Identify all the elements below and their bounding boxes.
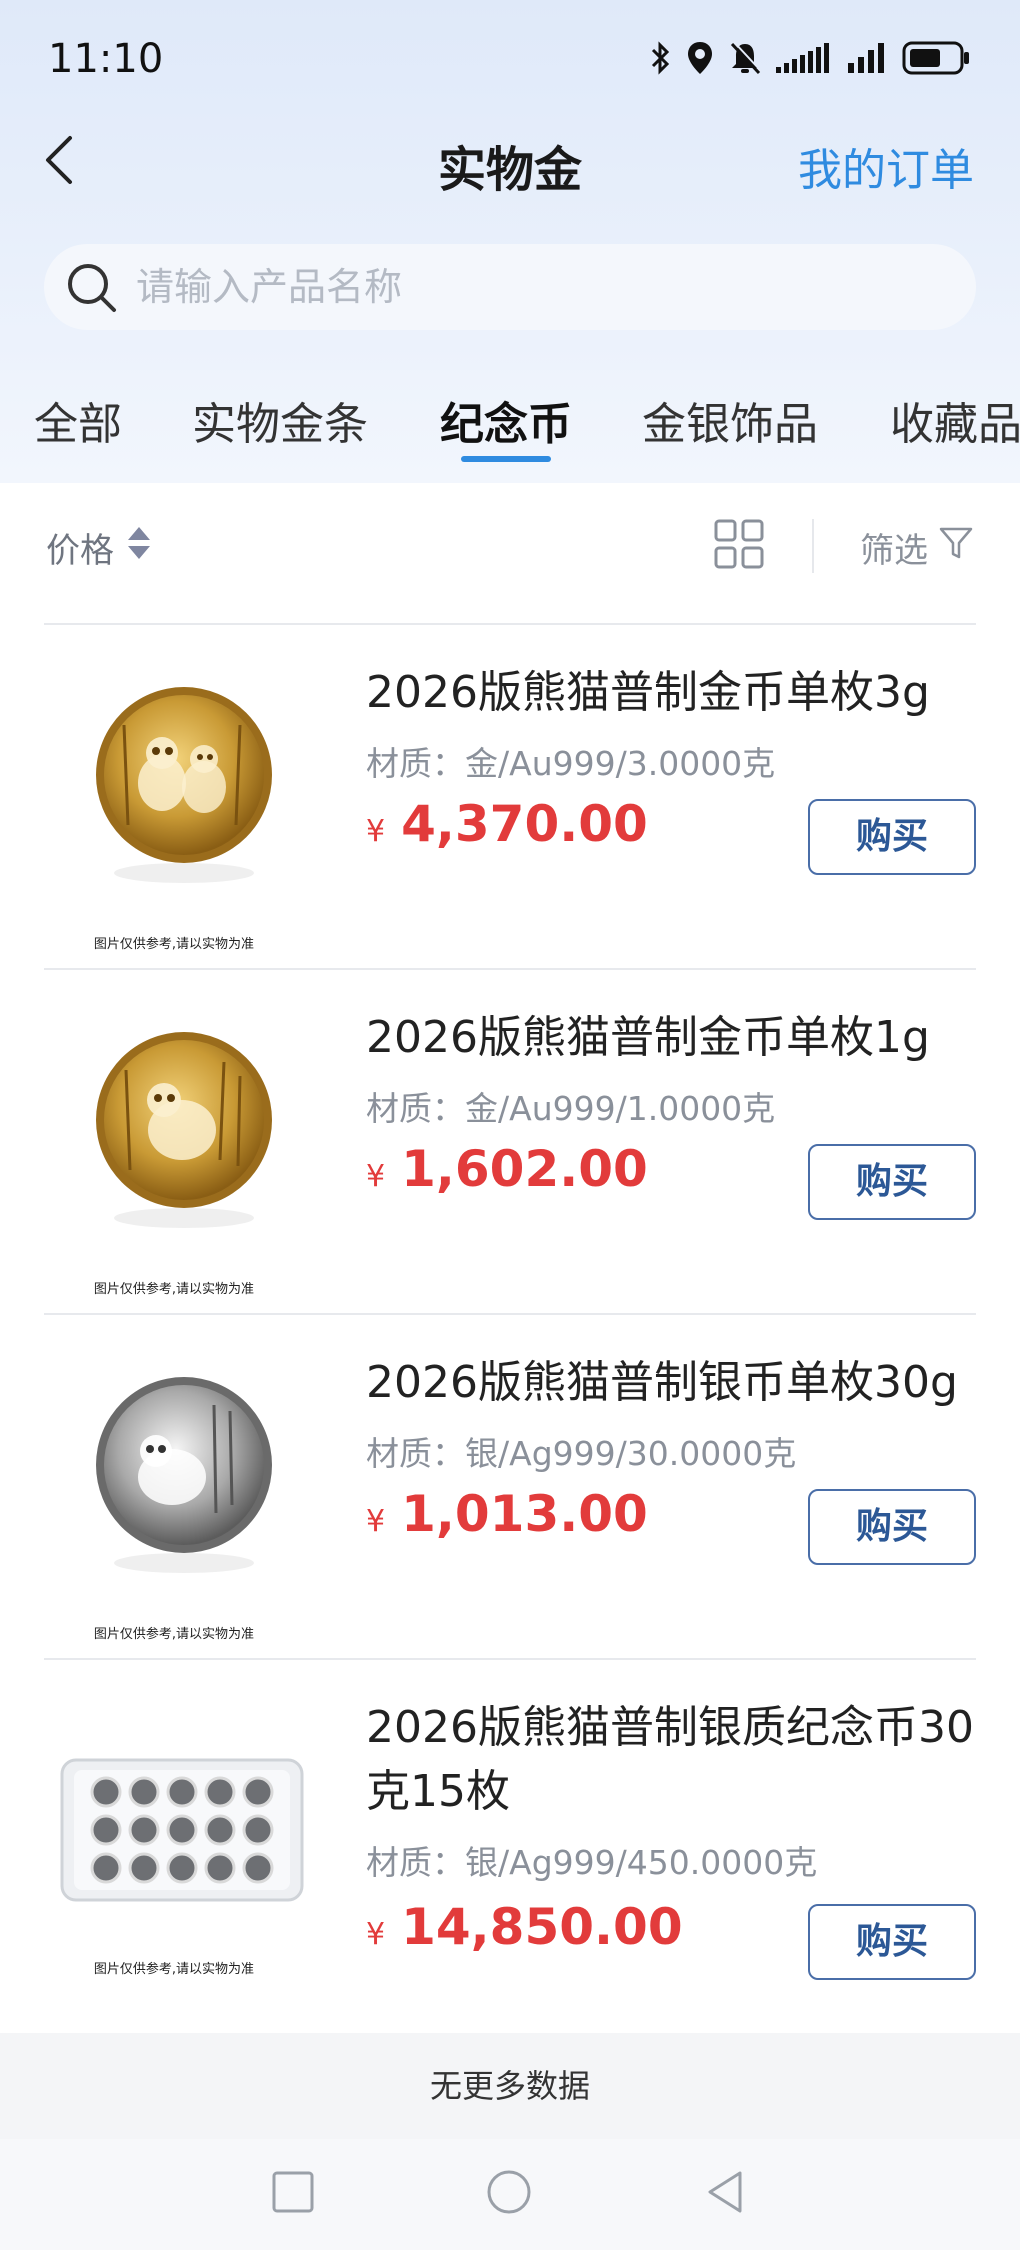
image-disclaimer: 图片仅供参考,请以实物为准 [74,933,274,952]
product-price: ¥4,370.00 [366,795,648,853]
price-amount: 4,370.00 [401,795,648,853]
location-icon [686,40,714,76]
no-more-data-label: 无更多数据 [0,2033,1020,2139]
tab-all[interactable]: 全部 [34,388,122,452]
filter-label: 筛选 [860,523,928,572]
currency-symbol: ¥ [366,1504,385,1539]
tab-gold-bars[interactable]: 实物金条 [192,388,368,452]
active-tab-indicator [461,456,551,462]
grid-view-icon[interactable] [714,519,764,573]
mute-bell-icon [728,40,762,76]
search-bar[interactable] [44,244,976,330]
product-price: ¥1,602.00 [366,1140,648,1198]
buy-button[interactable]: 购买 [808,1489,976,1565]
currency-symbol: ¥ [366,814,385,849]
price-amount: 14,850.00 [401,1898,683,1956]
search-input[interactable] [136,244,936,330]
signal-icon-1 [776,43,834,73]
status-time: 11:10 [48,36,163,82]
back-nav-button[interactable] [702,2167,748,2221]
sort-by-price-button[interactable]: 价格 [46,523,152,572]
buy-button[interactable]: 购买 [808,799,976,875]
image-disclaimer: 图片仅供参考,请以实物为准 [74,1278,274,1297]
recent-apps-button[interactable] [270,2167,316,2221]
square-icon [270,2167,316,2217]
circle-icon [484,2167,534,2217]
buy-button[interactable]: 购买 [808,1144,976,1220]
product-material: 材质：银/Ag999/30.0000克 [366,1427,796,1475]
bluetooth-icon [650,40,672,76]
gold-coin-image: 图片仅供参考,请以实物为准 [44,665,324,905]
image-disclaimer: 图片仅供参考,请以实物为准 [74,1623,274,1642]
funnel-icon [938,525,974,570]
product-name: 2026版熊猫普制金币单枚1g [366,1006,986,1070]
product-card[interactable]: 图片仅供参考,请以实物为准 2026版熊猫普制银币单枚30g 材质：银/Ag99… [44,1313,976,1658]
product-card[interactable]: 图片仅供参考,请以实物为准 2026版熊猫普制金币单枚3g 材质：金/Au999… [44,623,976,968]
tab-commemorative-coins[interactable]: 纪念币 [440,388,572,452]
my-orders-link[interactable]: 我的订单 [798,134,974,198]
gold-coin-image: 图片仅供参考,请以实物为准 [44,1010,324,1250]
product-price: ¥14,850.00 [366,1898,683,1956]
status-bar: 11:10 [0,0,1020,120]
signal-icon-2 [848,43,888,73]
tab-jewelry[interactable]: 金银饰品 [642,388,818,452]
status-icons [650,40,970,76]
battery-icon [902,41,970,75]
product-material: 材质：银/Ag999/450.0000克 [366,1836,817,1884]
search-icon [64,260,120,320]
product-material: 材质：金/Au999/3.0000克 [366,737,775,785]
product-name: 2026版熊猫普制金币单枚3g [366,661,986,725]
product-card[interactable]: 图片仅供参考,请以实物为准 2026版熊猫普制银质纪念币30克15枚 材质：银/… [44,1658,976,2033]
filter-divider [812,519,814,573]
triangle-back-icon [702,2167,748,2217]
silver-coin-sheet-image: 图片仅供参考,请以实物为准 [44,1700,324,1940]
currency-symbol: ¥ [366,1159,385,1194]
product-material: 材质：金/Au999/1.0000克 [366,1082,775,1130]
system-navigation-bar [0,2139,1020,2250]
filter-button[interactable]: 筛选 [860,523,974,572]
currency-symbol: ¥ [366,1917,385,1952]
product-name: 2026版熊猫普制银币单枚30g [366,1351,986,1415]
silver-coin-image: 图片仅供参考,请以实物为准 [44,1355,324,1595]
tab-collectibles[interactable]: 收藏品 [890,388,1020,452]
home-button[interactable] [484,2167,534,2221]
sort-label: 价格 [46,523,114,572]
price-amount: 1,013.00 [401,1485,648,1543]
sort-arrows-icon [126,525,152,570]
category-tabs: 全部 实物金条 纪念币 金银饰品 收藏品 [0,380,1020,483]
image-disclaimer: 图片仅供参考,请以实物为准 [74,1958,274,1977]
product-card[interactable]: 图片仅供参考,请以实物为准 2026版熊猫普制金币单枚1g 材质：金/Au999… [44,968,976,1313]
buy-button[interactable]: 购买 [808,1904,976,1980]
product-price: ¥1,013.00 [366,1485,648,1543]
product-name: 2026版熊猫普制银质纪念币30克15枚 [366,1696,986,1824]
filter-bar: 价格 筛选 [0,483,1020,623]
price-amount: 1,602.00 [401,1140,648,1198]
